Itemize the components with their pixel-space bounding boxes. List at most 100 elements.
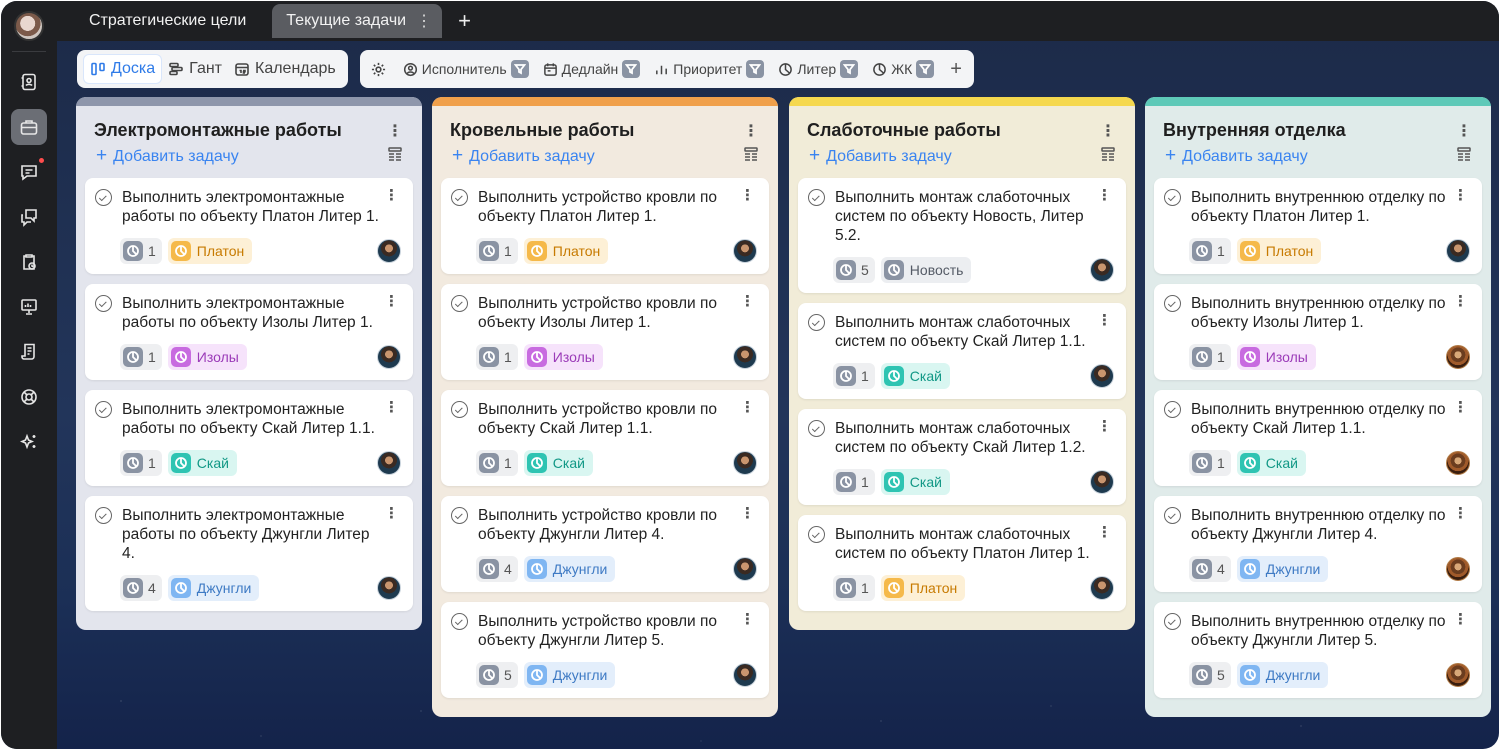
project-tag[interactable]: Джунгли bbox=[523, 556, 616, 582]
project-tag[interactable]: Изолы bbox=[1236, 344, 1316, 370]
complete-checkbox-icon[interactable] bbox=[1164, 401, 1181, 418]
add-filter-button[interactable]: + bbox=[944, 58, 968, 81]
assignee-avatar[interactable] bbox=[377, 239, 401, 263]
project-tag[interactable]: Джунгли bbox=[1236, 556, 1329, 582]
project-tag[interactable]: Скай bbox=[880, 469, 950, 495]
project-tag[interactable]: Джунгли bbox=[523, 662, 616, 688]
column-menu-icon[interactable]: ⋮ bbox=[743, 121, 759, 141]
project-tag[interactable]: Скай bbox=[523, 450, 593, 476]
add-task-button[interactable]: + Добавить задачу bbox=[452, 145, 595, 167]
assignee-avatar[interactable] bbox=[1090, 576, 1114, 600]
project-tag[interactable]: Джунгли bbox=[1236, 662, 1329, 688]
task-menu-icon[interactable]: ⋮ bbox=[1453, 610, 1468, 628]
task-menu-icon[interactable]: ⋮ bbox=[1453, 504, 1468, 522]
task-menu-icon[interactable]: ⋮ bbox=[740, 186, 755, 204]
add-task-button[interactable]: + Добавить задачу bbox=[809, 145, 952, 167]
assignee-avatar[interactable] bbox=[377, 576, 401, 600]
complete-checkbox-icon[interactable] bbox=[1164, 507, 1181, 524]
lifebuoy-icon[interactable] bbox=[11, 379, 47, 415]
task-menu-icon[interactable]: ⋮ bbox=[1097, 523, 1112, 541]
task-menu-icon[interactable]: ⋮ bbox=[740, 504, 755, 522]
task-menu-icon[interactable]: ⋮ bbox=[384, 504, 399, 522]
task-card[interactable]: Выполнить устройство кровли по объекту И… bbox=[441, 284, 769, 380]
task-card[interactable]: Выполнить электромонтажные работы по объ… bbox=[85, 284, 413, 380]
funnel-icon[interactable] bbox=[916, 60, 935, 78]
task-menu-icon[interactable]: ⋮ bbox=[1453, 398, 1468, 416]
task-card[interactable]: Выполнить устройство кровли по объекту Д… bbox=[441, 496, 769, 592]
task-menu-icon[interactable]: ⋮ bbox=[384, 292, 399, 310]
complete-checkbox-icon[interactable] bbox=[95, 507, 112, 524]
task-card[interactable]: Выполнить внутреннюю отделку по объекту … bbox=[1154, 496, 1482, 592]
assignee-avatar[interactable] bbox=[377, 345, 401, 369]
sparkles-icon[interactable] bbox=[11, 424, 47, 460]
funnel-icon[interactable] bbox=[746, 60, 765, 78]
presentation-icon[interactable] bbox=[11, 289, 47, 325]
task-menu-icon[interactable]: ⋮ bbox=[740, 398, 755, 416]
card-layout-icon[interactable] bbox=[1100, 146, 1116, 167]
project-tag[interactable]: Платон bbox=[880, 575, 966, 601]
view-calendar-button[interactable]: Календарь bbox=[228, 54, 342, 84]
document-icon[interactable] bbox=[11, 334, 47, 370]
assignee-avatar[interactable] bbox=[733, 239, 757, 263]
assignee-avatar[interactable] bbox=[1446, 239, 1470, 263]
complete-checkbox-icon[interactable] bbox=[95, 295, 112, 312]
assignee-avatar[interactable] bbox=[1090, 470, 1114, 494]
task-card[interactable]: Выполнить внутреннюю отделку по объекту … bbox=[1154, 284, 1482, 380]
project-tag[interactable]: Скай bbox=[167, 450, 237, 476]
complete-checkbox-icon[interactable] bbox=[1164, 295, 1181, 312]
task-menu-icon[interactable]: ⋮ bbox=[384, 186, 399, 204]
funnel-icon[interactable] bbox=[622, 60, 641, 78]
complete-checkbox-icon[interactable] bbox=[95, 189, 112, 206]
task-card[interactable]: Выполнить устройство кровли по объекту П… bbox=[441, 178, 769, 274]
complete-checkbox-icon[interactable] bbox=[1164, 613, 1181, 630]
filter-deadline[interactable]: Дедлайн bbox=[539, 60, 645, 78]
task-card[interactable]: Выполнить монтаж слаботочных систем по о… bbox=[798, 515, 1126, 611]
assignee-avatar[interactable] bbox=[1090, 258, 1114, 282]
project-tag[interactable]: Новость bbox=[880, 257, 972, 283]
task-menu-icon[interactable]: ⋮ bbox=[384, 398, 399, 416]
chat-icon[interactable] bbox=[11, 154, 47, 190]
add-tab-button[interactable]: + bbox=[458, 10, 471, 32]
complete-checkbox-icon[interactable] bbox=[808, 314, 825, 331]
complete-checkbox-icon[interactable] bbox=[1164, 189, 1181, 206]
card-layout-icon[interactable] bbox=[1456, 146, 1472, 167]
task-menu-icon[interactable]: ⋮ bbox=[740, 610, 755, 628]
project-tag[interactable]: Скай bbox=[880, 363, 950, 389]
project-tag[interactable]: Скай bbox=[1236, 450, 1306, 476]
funnel-icon[interactable] bbox=[510, 60, 529, 78]
briefcase-icon[interactable] bbox=[11, 109, 47, 145]
assignee-avatar[interactable] bbox=[733, 345, 757, 369]
filter-complex[interactable]: ЖК bbox=[868, 60, 938, 78]
add-task-button[interactable]: + Добавить задачу bbox=[1165, 145, 1308, 167]
complete-checkbox-icon[interactable] bbox=[808, 526, 825, 543]
card-layout-icon[interactable] bbox=[387, 146, 403, 167]
project-tag[interactable]: Изолы bbox=[523, 344, 603, 370]
project-tag[interactable]: Платон bbox=[523, 238, 609, 264]
task-card[interactable]: Выполнить монтаж слаботочных систем по о… bbox=[798, 409, 1126, 505]
complete-checkbox-icon[interactable] bbox=[451, 507, 468, 524]
assignee-avatar[interactable] bbox=[1446, 451, 1470, 475]
task-card[interactable]: Выполнить монтаж слаботочных систем по о… bbox=[798, 178, 1126, 293]
project-tag[interactable]: Платон bbox=[1236, 238, 1322, 264]
task-menu-icon[interactable]: ⋮ bbox=[1453, 186, 1468, 204]
contacts-icon[interactable] bbox=[11, 64, 47, 100]
assignee-avatar[interactable] bbox=[733, 451, 757, 475]
project-tag[interactable]: Джунгли bbox=[167, 575, 260, 601]
card-layout-icon[interactable] bbox=[743, 146, 759, 167]
complete-checkbox-icon[interactable] bbox=[451, 189, 468, 206]
complete-checkbox-icon[interactable] bbox=[95, 401, 112, 418]
task-card[interactable]: Выполнить внутреннюю отделку по объекту … bbox=[1154, 390, 1482, 486]
complete-checkbox-icon[interactable] bbox=[451, 613, 468, 630]
column-menu-icon[interactable]: ⋮ bbox=[387, 121, 403, 141]
settings-gear-icon[interactable] bbox=[370, 61, 387, 78]
task-card[interactable]: Выполнить электромонтажные работы по объ… bbox=[85, 178, 413, 274]
assignee-avatar[interactable] bbox=[1446, 345, 1470, 369]
complete-checkbox-icon[interactable] bbox=[451, 295, 468, 312]
task-menu-icon[interactable]: ⋮ bbox=[1097, 417, 1112, 435]
funnel-icon[interactable] bbox=[840, 60, 859, 78]
task-card[interactable]: Выполнить электромонтажные работы по объ… bbox=[85, 496, 413, 611]
column-menu-icon[interactable]: ⋮ bbox=[1100, 121, 1116, 141]
tab-menu-icon[interactable]: ⋮ bbox=[416, 11, 432, 31]
filter-assignee[interactable]: Исполнитель bbox=[399, 60, 533, 78]
project-tag[interactable]: Платон bbox=[167, 238, 253, 264]
